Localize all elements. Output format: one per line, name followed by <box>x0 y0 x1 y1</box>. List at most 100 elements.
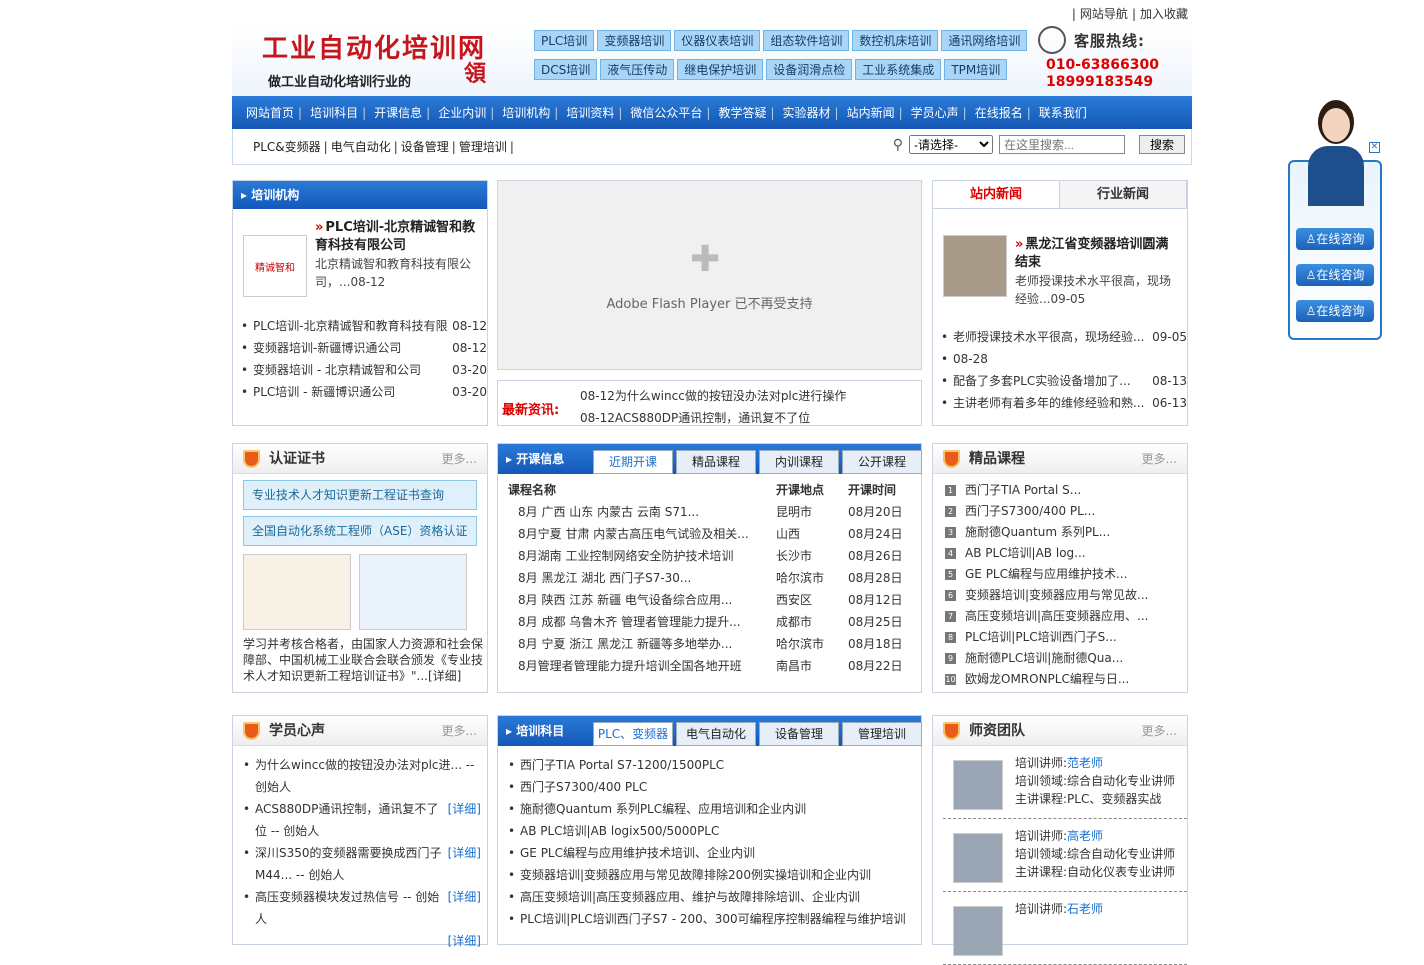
list-item[interactable]: 深川S350的变频器需要换成西门子M44... -- 创始人[详细] <box>243 842 481 904</box>
nav-item[interactable]: 微信公众平台 <box>630 104 702 121</box>
list-item[interactable]: 西门子TIA Portal S7-1200/1500PLC <box>508 754 921 776</box>
search-category-select[interactable]: -请选择- <box>908 135 993 154</box>
course-name-cell[interactable]: 8月宁夏 甘肃 内蒙古高压电气试验及相关... <box>508 522 776 544</box>
news-featured[interactable]: 黑龙江省变频器培训圆满结束 老师授课技术水平很高，现场经验...09-05 <box>933 209 1187 314</box>
news-featured-title[interactable]: 黑龙江省变频器培训圆满结束 <box>1015 236 1177 272</box>
more-link[interactable]: 更多... <box>442 716 477 746</box>
list-item[interactable]: 7 高压变频培训|高压变频器应用、... <box>945 606 1187 627</box>
category-link[interactable]: 组态软件培训 <box>763 30 850 51</box>
subnav-item[interactable]: 设备管理 <box>401 140 449 154</box>
list-item[interactable]: 4 AB PLC培训|AB log... <box>945 543 1187 564</box>
more-link[interactable]: 更多... <box>1142 444 1177 474</box>
site-nav-link[interactable]: 网站导航 <box>1080 7 1128 21</box>
teacher-card[interactable]: 培训讲师:石老师 <box>943 892 1187 965</box>
teacher-card[interactable]: 培训讲师:高老师 培训领域:综合自动化专业讲师 主讲课程:自动化仪表专业讲师 <box>943 819 1187 892</box>
list-item[interactable]: 9 施耐德PLC培训|施耐德Qua... <box>945 648 1187 669</box>
online-consult-button[interactable]: ♙在线咨询 <box>1296 264 1374 286</box>
list-item[interactable]: 施耐德Quantum 系列PLC编程、应用培训和企业内训 <box>508 798 921 820</box>
category-link[interactable]: 数控机床培训 <box>852 30 939 51</box>
list-item[interactable]: 2 西门子S7300/400 PL... <box>945 501 1187 522</box>
subnav-item[interactable]: 电气自动化 <box>331 140 391 154</box>
list-item[interactable]: PLC培训 - 新疆博识通公司 03-20 <box>241 381 487 403</box>
nav-item[interactable]: 站内新闻 <box>847 104 895 121</box>
category-link[interactable]: 液气压传动 <box>600 59 675 80</box>
category-link[interactable]: 变频器培训 <box>597 30 672 51</box>
course-name-cell[interactable]: 8月 成都 乌鲁木齐 管理者管理能力提升... <box>508 610 776 632</box>
teacher-card[interactable]: 培训讲师:范老师 培训领域:综合自动化专业讲师 主讲课程:PLC、变频器实战 <box>943 746 1187 819</box>
list-item[interactable]: 10 欧姆龙OMRONPLC编程与日... <box>945 669 1187 690</box>
list-item[interactable]: 配备了多套PLC实验设备增加了... 08-13 <box>941 370 1187 392</box>
list-item[interactable]: 3 施耐德Quantum 系列PL... <box>945 522 1187 543</box>
list-item[interactable]: 变频器培训|变频器应用与常见故障排除200例实操培训和企业内训 <box>508 864 921 886</box>
list-item[interactable]: 08-28 <box>941 348 1187 370</box>
tab-plc-vfd[interactable]: PLC、变频器 <box>593 722 673 746</box>
close-icon[interactable]: ✕ <box>1369 142 1380 153</box>
nav-item[interactable]: 网站首页 <box>246 104 294 121</box>
table-row[interactable]: 8月管理者管理能力提升培训全国各地开班 南昌市 08月22日 <box>508 654 918 676</box>
category-link[interactable]: 仪器仪表培训 <box>674 30 761 51</box>
table-row[interactable]: 8月湖南 工业控制网络安全防护技术培训 长沙市 08月26日 <box>508 544 918 566</box>
add-favorite-link[interactable]: 加入收藏 <box>1140 7 1188 21</box>
cert-query-button[interactable]: 专业技术人才知识更新工程证书查询 <box>243 480 477 510</box>
nav-item[interactable]: 在线报名 <box>975 104 1023 121</box>
category-link[interactable]: DCS培训 <box>534 59 598 80</box>
list-item[interactable]: 变频器培训 - 北京精诚智和公司 03-20 <box>241 359 487 381</box>
ase-cert-button[interactable]: 全国自动化系统工程师（ASE）资格认证 <box>243 516 477 546</box>
course-name-cell[interactable]: 8月管理者管理能力提升培训全国各地开班 <box>508 654 776 676</box>
more-link[interactable]: 更多... <box>442 444 477 474</box>
tab-recent-courses[interactable]: 近期开课 <box>593 450 673 474</box>
tab-site-news[interactable]: 站内新闻 <box>933 181 1060 208</box>
table-row[interactable]: 8月 黑龙江 湖北 西门子S7-30... 哈尔滨市 08月28日 <box>508 566 918 588</box>
list-item[interactable]: 西门子S7300/400 PLC <box>508 776 921 798</box>
nav-item[interactable]: 培训资料 <box>566 104 614 121</box>
certificate-image[interactable] <box>359 554 467 630</box>
tab-equipment[interactable]: 设备管理 <box>759 722 839 746</box>
category-link[interactable]: 工业系统集成 <box>855 59 942 80</box>
list-item[interactable]: 高压变频器模块发过热信号 -- 创始人[详细] <box>243 886 481 948</box>
list-item[interactable]: 主讲老师有着多年的维修经验和熟...06-13 <box>941 392 1187 414</box>
list-item[interactable]: 5 GE PLC编程与应用维护技术... <box>945 564 1187 585</box>
teacher-name[interactable]: 高老师 <box>1067 829 1103 843</box>
course-name-cell[interactable]: 8月 陕西 江苏 新疆 电气设备综合应用... <box>508 588 776 610</box>
table-row[interactable]: 8月 陕西 江苏 新疆 电气设备综合应用... 西安区 08月12日 <box>508 588 918 610</box>
certificate-image[interactable] <box>243 554 351 630</box>
category-link[interactable]: 通讯网络培训 <box>941 30 1028 51</box>
latest-item[interactable]: 08-12为什么wincc做的按钮没办法对plc进行操作 <box>580 385 846 407</box>
category-link[interactable]: TPM培训 <box>944 59 1008 80</box>
tab-quality-courses[interactable]: 精品课程 <box>676 450 756 474</box>
list-item[interactable]: 8 PLC培训|PLC培训西门子S... <box>945 627 1187 648</box>
search-button[interactable]: 搜索 <box>1138 135 1185 154</box>
subnav-item[interactable]: PLC&变频器 <box>253 140 321 154</box>
tab-management[interactable]: 管理培训 <box>842 722 922 746</box>
category-link[interactable]: 设备润滑点检 <box>766 59 853 80</box>
list-item[interactable]: 老师授课技术水平很高，现场经验...09-05 <box>941 326 1187 348</box>
org-featured-title[interactable]: PLC培训-北京精诚智和教育科技有限公司 <box>315 219 477 255</box>
nav-item[interactable]: 教学答疑 <box>718 104 766 121</box>
subnav-item[interactable]: 管理培训 <box>459 140 507 154</box>
list-item[interactable]: PLC培训-北京精诚智和教育科技有限公司08-12 <box>241 315 487 337</box>
list-item[interactable]: 高压变频培训|高压变频器应用、维护与故障排除培训、企业内训 <box>508 886 921 908</box>
org-featured[interactable]: 精诚智和 PLC培训-北京精诚智和教育科技有限公司 北京精诚智和教育科技有限公司… <box>233 209 487 303</box>
table-row[interactable]: 8月 成都 乌鲁木齐 管理者管理能力提升... 成都市 08月25日 <box>508 610 918 632</box>
table-row[interactable]: 8月 宁夏 浙江 黑龙江 新疆等多地举办... 哈尔滨市 08月18日 <box>508 632 918 654</box>
nav-item[interactable]: 联系我们 <box>1039 104 1087 121</box>
table-row[interactable]: 8月 广西 山东 内蒙古 云南 S71... 昆明市 08月20日 <box>508 500 918 522</box>
nav-item[interactable]: 培训科目 <box>310 104 358 121</box>
teacher-name[interactable]: 范老师 <box>1067 756 1103 770</box>
list-item[interactable]: 1 西门子TIA Portal S... <box>945 480 1187 501</box>
tab-public-courses[interactable]: 公开课程 <box>842 450 922 474</box>
nav-item[interactable]: 企业内训 <box>438 104 486 121</box>
teacher-name[interactable]: 石老师 <box>1067 902 1103 916</box>
course-name-cell[interactable]: 8月湖南 工业控制网络安全防护技术培训 <box>508 544 776 566</box>
list-item[interactable]: PLC培训|PLC培训西门子S7 - 200、300可编程序控制器编程与维护培训 <box>508 908 921 930</box>
course-name-cell[interactable]: 8月 广西 山东 内蒙古 云南 S71... <box>508 500 776 522</box>
category-link[interactable]: PLC培训 <box>534 30 595 51</box>
online-consult-button[interactable]: ♙在线咨询 <box>1296 300 1374 322</box>
search-input[interactable] <box>998 135 1125 154</box>
tab-inhouse-courses[interactable]: 内训课程 <box>759 450 839 474</box>
course-name-cell[interactable]: 8月 宁夏 浙江 黑龙江 新疆等多地举办... <box>508 632 776 654</box>
list-item[interactable]: 6 变频器培训|变频器应用与常见故... <box>945 585 1187 606</box>
nav-item[interactable]: 实验器材 <box>783 104 831 121</box>
list-item[interactable]: 为什么wincc做的按钮没办法对plc进... -- 创始人[详细] <box>243 754 481 816</box>
list-item[interactable]: ACS880DP通讯控制，通讯复不了位 -- 创始人[详细] <box>243 798 481 860</box>
